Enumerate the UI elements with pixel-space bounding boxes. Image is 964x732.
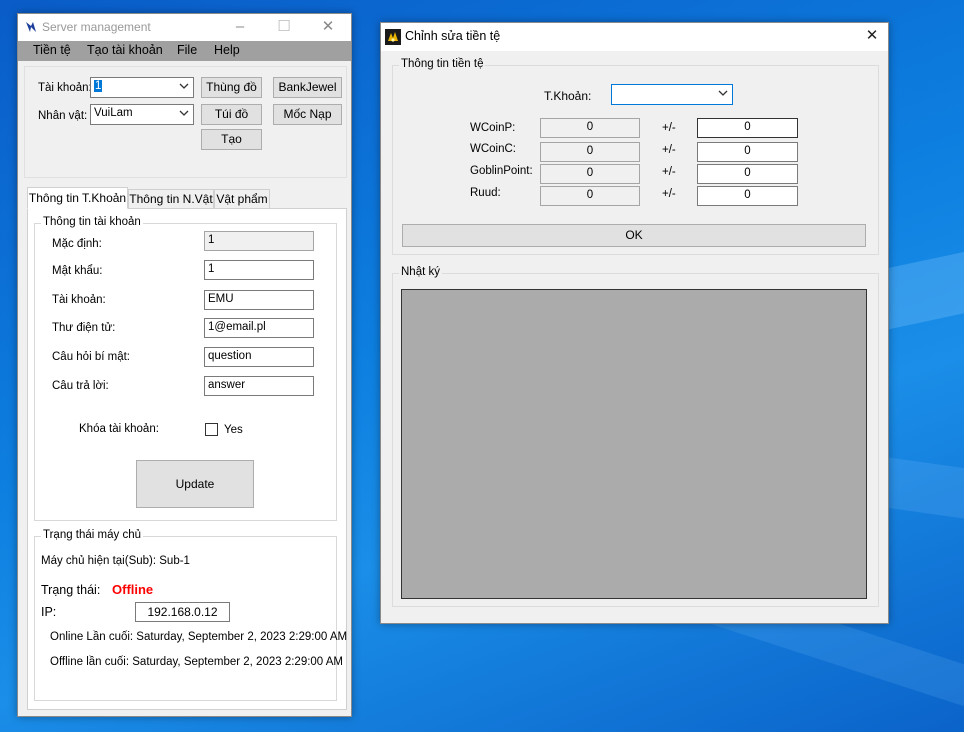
status-value: Offline	[112, 582, 154, 597]
create-button[interactable]: Tạo	[201, 129, 262, 150]
ruud-label: Ruud:	[470, 187, 501, 199]
t-khoan-combo[interactable]	[611, 84, 733, 105]
t-khoan-label: T.Khoản:	[544, 89, 592, 103]
app-icon	[385, 29, 401, 45]
account-label: Tài khoản:	[38, 82, 92, 94]
log-textarea[interactable]	[401, 289, 867, 599]
wcoinc-label: WCoinC:	[470, 143, 517, 155]
field-label-default: Mặc định:	[52, 238, 102, 250]
ip-label: IP:	[41, 605, 57, 619]
lock-account-checkbox[interactable]	[205, 423, 218, 436]
wcoinc-delta-input[interactable]: 0	[697, 142, 798, 162]
close-icon[interactable]: ✕	[318, 18, 338, 36]
close-icon[interactable]: ✕	[862, 27, 882, 45]
chevron-down-icon	[179, 110, 189, 116]
chevron-down-icon	[718, 90, 728, 96]
goblinpoint-current: 0	[540, 164, 640, 184]
character-combo[interactable]: VuiLam	[90, 104, 194, 125]
account-combo-value: 1	[94, 80, 103, 92]
field-label-answer: Câu trả lời:	[52, 380, 109, 392]
field-label-secret-question: Câu hỏi bí mật:	[52, 351, 130, 363]
answer-field[interactable]: answer	[204, 376, 314, 396]
ip-field[interactable]: 192.168.0.12	[135, 602, 230, 622]
bag-button[interactable]: Túi đồ	[201, 104, 262, 125]
field-label-account: Tài khoản:	[52, 294, 106, 306]
account-combo[interactable]: 1	[90, 77, 194, 98]
tab-content-panel: Thông tin tài khoản Mặc định: 1 Mật khẩu…	[27, 208, 347, 710]
current-server-text: Máy chủ hiện tại(Sub): Sub-1	[41, 555, 190, 567]
tab-items[interactable]: Vật phẩm	[214, 189, 270, 209]
tab-character-info[interactable]: Thông tin N.Vật	[128, 189, 214, 209]
field-label-email: Thư điện tử:	[52, 322, 116, 334]
server-management-window: Server management – ☐ ✕ Tiền tệ Tạo tài …	[17, 13, 352, 717]
last-offline-text: Offline lần cuối: Saturday, September 2,…	[50, 656, 344, 668]
menu-tao-tai-khoan[interactable]: Tạo tài khoản	[87, 43, 163, 57]
secret-question-field[interactable]: question	[204, 347, 314, 367]
goblinpoint-label: GoblinPoint:	[470, 165, 533, 177]
menu-file[interactable]: File	[177, 43, 197, 57]
minimize-icon[interactable]: –	[230, 18, 250, 36]
menu-bar: Tiền tệ Tạo tài khoản File Help	[18, 41, 351, 61]
account-info-group-title: Thông tin tài khoản	[41, 216, 143, 228]
wcoinp-current: 0	[540, 118, 640, 138]
bank-jewel-button[interactable]: BankJewel	[273, 77, 342, 98]
currency-window-titlebar: Chỉnh sửa tiền tệ ✕	[381, 23, 888, 51]
currency-info-group-title: Thông tin tiền tệ	[399, 58, 486, 70]
field-label-password: Mật khẩu:	[52, 265, 103, 277]
character-combo-value: VuiLam	[94, 107, 133, 119]
wcoinp-op: +/-	[662, 122, 676, 134]
chevron-down-icon	[179, 83, 189, 89]
wcoinc-op: +/-	[662, 144, 676, 156]
menu-help[interactable]: Help	[214, 43, 240, 57]
wcoinp-label: WCoinP:	[470, 122, 516, 134]
ruud-op: +/-	[662, 188, 676, 200]
lock-account-label: Khóa tài khoản:	[79, 423, 159, 435]
server-status-group-title: Trạng thái máy chủ	[41, 529, 144, 541]
goblinpoint-op: +/-	[662, 166, 676, 178]
log-group-title: Nhật ký	[399, 266, 442, 278]
password-field[interactable]: 1	[204, 260, 314, 280]
currency-window-title: Chỉnh sửa tiền tệ	[405, 29, 501, 43]
character-label: Nhân vật:	[38, 110, 88, 122]
currency-edit-window: Chỉnh sửa tiền tệ ✕ Thông tin tiền tệ T.…	[380, 22, 889, 624]
server-window-titlebar: Server management – ☐ ✕	[18, 14, 351, 42]
last-online-text: Online Lần cuối: Saturday, September 2, …	[50, 631, 348, 643]
moc-nap-button[interactable]: Mốc Nạp	[273, 104, 342, 125]
ruud-current: 0	[540, 186, 640, 206]
server-window-title: Server management	[42, 20, 151, 34]
wcoinp-delta-input[interactable]: 0	[697, 118, 798, 138]
ok-button[interactable]: OK	[402, 224, 866, 247]
email-field[interactable]: 1@email.pl	[204, 318, 314, 338]
status-label: Trạng thái:	[41, 583, 101, 597]
lock-account-checkbox-label[interactable]: Yes	[224, 424, 243, 436]
maximize-icon[interactable]: ☐	[274, 18, 294, 36]
ruud-delta-input[interactable]: 0	[697, 186, 798, 206]
account-field[interactable]: EMU	[204, 290, 314, 310]
default-field[interactable]: 1	[204, 231, 314, 251]
tab-account-info[interactable]: Thông tin T.Khoản	[27, 187, 128, 209]
goblinpoint-delta-input[interactable]: 0	[697, 164, 798, 184]
menu-tien-te[interactable]: Tiền tệ	[33, 43, 71, 57]
warehouse-button[interactable]: Thùng đồ	[201, 77, 262, 98]
app-logo-icon	[25, 21, 37, 33]
update-button[interactable]: Update	[136, 460, 254, 508]
wcoinc-current: 0	[540, 142, 640, 162]
